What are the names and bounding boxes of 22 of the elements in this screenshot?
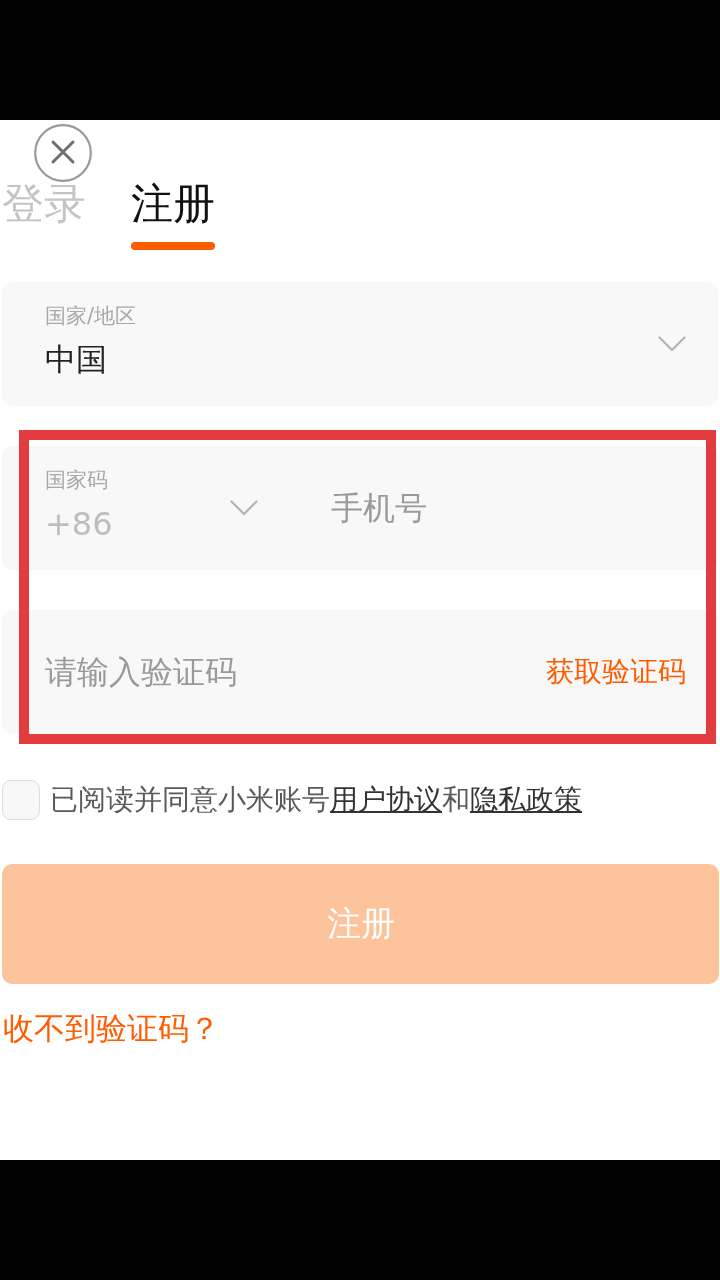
policy-link[interactable]: 隐私政策 (470, 783, 582, 816)
field-label: 国家/地区 (45, 303, 138, 330)
field-label: 国家码 (45, 467, 109, 494)
policy-link[interactable]: 用户协议 (330, 783, 442, 816)
country-code-dropdown[interactable]: 国家码 +86 (45, 446, 258, 570)
phone-field[interactable]: 国家码 +86 手机号 (2, 446, 718, 570)
help-link[interactable]: 收不到验证码？ (3, 1010, 220, 1046)
verification-code-field[interactable]: 请输入验证码 获取验证码 (2, 610, 718, 734)
phone-number-input[interactable]: 手机号 (331, 478, 698, 538)
agreement-text: 已阅读并同意小米账号用户协议和隐私政策 (50, 782, 582, 818)
close-icon (34, 124, 92, 182)
field-value: 中国 (45, 340, 108, 379)
checkbox[interactable] (2, 780, 40, 820)
get-code-button[interactable]: 获取验证码 (546, 652, 686, 692)
verification-code-input[interactable]: 请输入验证码 (45, 642, 534, 702)
region-dropdown[interactable]: 国家/地区 中国 (2, 282, 718, 406)
chevron-down-icon (658, 336, 686, 352)
tab[interactable]: 注册 (129, 183, 217, 250)
tab[interactable]: 登录 (0, 183, 88, 250)
chevron-down-icon (230, 500, 258, 516)
field-value: +86 (45, 504, 114, 545)
close-button[interactable] (34, 124, 92, 182)
